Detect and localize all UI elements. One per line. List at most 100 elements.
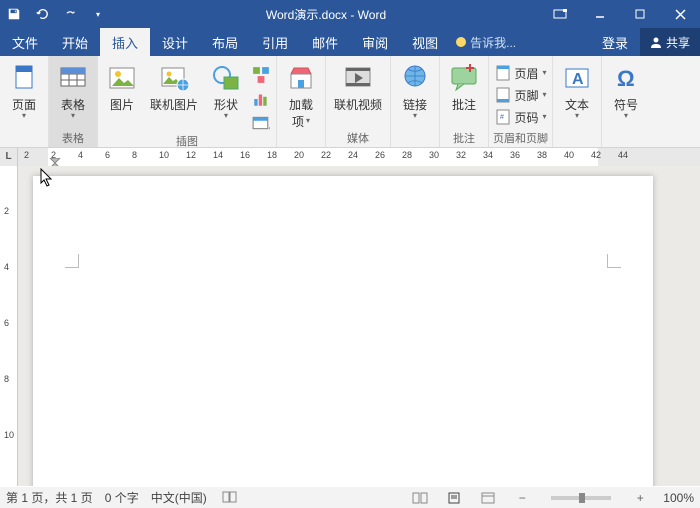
tab-home[interactable]: 开始 — [50, 28, 100, 56]
pagenum-icon: # — [495, 109, 511, 125]
group-label: 批注 — [444, 131, 484, 147]
print-layout-button[interactable] — [443, 489, 465, 507]
group-text: A 文本▾ — [553, 56, 602, 147]
group-label: 媒体 — [330, 131, 386, 147]
video-icon — [342, 62, 374, 94]
chevron-down-icon: ▾ — [543, 68, 547, 77]
group-label — [606, 131, 646, 147]
tell-me-input[interactable]: 告诉我... — [456, 34, 516, 51]
chevron-down-icon: ▾ — [575, 111, 579, 120]
page-number-button[interactable]: # 页码 ▾ — [495, 106, 547, 128]
group-label — [4, 131, 44, 147]
proofing-icon[interactable] — [219, 489, 241, 507]
screenshot-icon: ▾ — [252, 114, 270, 132]
tab-design[interactable]: 设计 — [150, 28, 200, 56]
text-box-button[interactable]: A 文本▾ — [557, 58, 597, 120]
table-button[interactable]: 表格▾ — [53, 58, 93, 120]
footer-label: 页脚 — [515, 87, 539, 104]
header-button[interactable]: 页眉 ▾ — [495, 62, 547, 84]
undo-button[interactable] — [28, 0, 56, 28]
chevron-down-icon: ▾ — [624, 111, 628, 120]
zoom-in-button[interactable]: + — [629, 489, 651, 507]
addins-label-1: 加载 — [289, 96, 313, 113]
screenshot-button[interactable]: ▾ — [250, 112, 272, 134]
online-picture-button[interactable]: 联机图片 — [146, 58, 202, 113]
close-button[interactable] — [660, 0, 700, 28]
online-video-label: 联机视频 — [334, 96, 382, 113]
vertical-ruler[interactable]: 246810 — [0, 166, 18, 486]
chart-button[interactable] — [250, 88, 272, 110]
chevron-down-icon: ▾ — [413, 111, 417, 120]
tab-view[interactable]: 视图 — [400, 28, 450, 56]
table-icon — [57, 62, 89, 94]
footer-button[interactable]: 页脚 ▾ — [495, 84, 547, 106]
omega-icon: Ω — [610, 62, 642, 94]
window-title: Word演示.docx - Word — [112, 6, 540, 23]
share-button[interactable]: 共享 — [640, 28, 700, 56]
page-viewport[interactable] — [18, 166, 700, 486]
word-count[interactable]: 0 个字 — [105, 489, 139, 506]
chevron-down-icon: ▾ — [543, 112, 547, 121]
read-mode-button[interactable] — [409, 489, 431, 507]
tab-insert[interactable]: 插入 — [100, 28, 150, 56]
language-status[interactable]: 中文(中国) — [151, 489, 207, 506]
group-illustrations: 图片 联机图片 形状▾ ▾ 插图 — [98, 56, 277, 147]
zoom-thumb[interactable] — [579, 493, 585, 503]
online-picture-icon — [158, 62, 190, 94]
ribbon-tab-bar: 文件 开始 插入 设计 布局 引用 邮件 审阅 视图 告诉我... 登录 共享 — [0, 28, 700, 56]
addins-button[interactable]: 加载 项▾ — [281, 58, 321, 130]
pagenum-label: 页码 — [515, 109, 539, 126]
header-icon — [495, 65, 511, 81]
horizontal-ruler[interactable]: L 22468101214161820222426283032343638404… — [0, 148, 700, 166]
window-controls — [540, 0, 700, 28]
group-media: 联机视频 媒体 — [326, 56, 391, 147]
online-video-button[interactable]: 联机视频 — [330, 58, 386, 113]
group-header-footer: 页眉▾ 页脚▾ #页码▾ 页眉和页脚 — [489, 56, 553, 147]
ribbon-options-button[interactable] — [540, 0, 580, 28]
chevron-down-icon: ▾ — [306, 116, 310, 125]
symbol-button[interactable]: Ω 符号▾ — [606, 58, 646, 120]
zoom-slider[interactable] — [551, 496, 611, 500]
login-button[interactable]: 登录 — [590, 28, 640, 56]
chevron-down-icon: ▾ — [71, 111, 75, 120]
tab-layout[interactable]: 布局 — [200, 28, 250, 56]
document-area: 246810 — [0, 166, 700, 486]
online-picture-label: 联机图片 — [150, 96, 198, 113]
smartart-button[interactable] — [250, 64, 272, 86]
link-button[interactable]: 链接▾ — [395, 58, 435, 120]
zoom-out-button[interactable]: − — [511, 489, 533, 507]
save-button[interactable] — [0, 0, 28, 28]
page[interactable] — [33, 176, 653, 486]
shapes-icon — [210, 62, 242, 94]
minimize-button[interactable] — [580, 0, 620, 28]
shapes-button[interactable]: 形状▾ — [206, 58, 246, 120]
comment-icon — [448, 62, 480, 94]
page-status[interactable]: 第 1 页，共 1 页 — [6, 489, 93, 506]
margin-corner-icon — [65, 254, 79, 268]
tab-selector[interactable]: L — [0, 148, 18, 166]
group-tables: 表格▾ 表格 — [49, 56, 98, 147]
addins-label-2: 项 — [292, 113, 304, 130]
chevron-down-icon: ▾ — [22, 111, 26, 120]
tab-mailings[interactable]: 邮件 — [300, 28, 350, 56]
picture-button[interactable]: 图片 — [102, 58, 142, 113]
comment-button[interactable]: 批注 — [444, 58, 484, 113]
group-comments: 批注 批注 — [440, 56, 489, 147]
maximize-button[interactable] — [620, 0, 660, 28]
cover-page-button[interactable]: 页面▾ — [4, 58, 44, 120]
tab-references[interactable]: 引用 — [250, 28, 300, 56]
redo-button[interactable] — [56, 0, 84, 28]
group-label: 表格 — [53, 131, 93, 147]
svg-text:▾: ▾ — [269, 126, 270, 132]
qat-customize-icon[interactable]: ▾ — [84, 0, 112, 28]
link-icon — [399, 62, 431, 94]
group-label — [281, 131, 321, 147]
tab-review[interactable]: 审阅 — [350, 28, 400, 56]
tab-file[interactable]: 文件 — [0, 28, 50, 56]
header-label: 页眉 — [515, 65, 539, 82]
zoom-level[interactable]: 100% — [663, 491, 694, 505]
chevron-down-icon: ▾ — [543, 90, 547, 99]
web-layout-button[interactable] — [477, 489, 499, 507]
group-addins: 加载 项▾ — [277, 56, 326, 147]
svg-text:#: # — [500, 114, 504, 121]
